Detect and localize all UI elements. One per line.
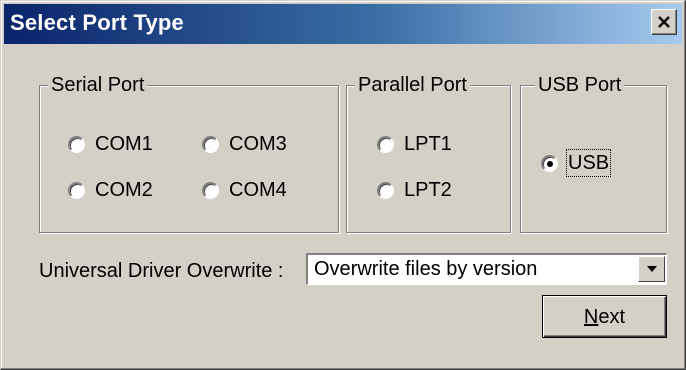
usb-port-legend: USB Port bbox=[535, 73, 625, 97]
usb-port-group: USB Port USB bbox=[520, 73, 667, 233]
radio-button-circle bbox=[541, 154, 558, 172]
radio-button-circle bbox=[68, 181, 85, 199]
radio-com2-label: COM2 bbox=[95, 179, 153, 201]
radio-lpt2[interactable]: LPT2 bbox=[377, 178, 452, 202]
driver-overwrite-select[interactable]: Overwrite files by version bbox=[306, 253, 667, 285]
dropdown-button[interactable] bbox=[638, 256, 665, 282]
radio-com4-label: COM4 bbox=[229, 179, 287, 201]
chevron-down-icon bbox=[647, 266, 657, 272]
radio-usb[interactable]: USB bbox=[541, 149, 612, 177]
radio-com1-label: COM1 bbox=[95, 133, 153, 155]
next-label-rest: ext bbox=[598, 306, 626, 328]
radio-lpt1[interactable]: LPT1 bbox=[377, 132, 452, 156]
driver-overwrite-value: Overwrite files by version bbox=[314, 258, 538, 280]
close-button[interactable] bbox=[651, 9, 677, 35]
radio-button-circle bbox=[377, 135, 394, 153]
window-title: Select Port Type bbox=[10, 10, 184, 35]
radio-button-circle bbox=[68, 135, 85, 153]
next-button-label: Next bbox=[543, 305, 666, 329]
radio-button-circle bbox=[377, 181, 394, 199]
next-button[interactable]: Next bbox=[542, 295, 667, 338]
radio-com3[interactable]: COM3 bbox=[202, 132, 287, 156]
radio-com4[interactable]: COM4 bbox=[202, 178, 287, 202]
radio-selected-dot bbox=[547, 160, 553, 167]
radio-lpt1-label: LPT1 bbox=[404, 133, 452, 155]
radio-button-circle bbox=[202, 135, 219, 153]
parallel-port-group: Parallel Port LPT1 LPT2 bbox=[346, 73, 511, 233]
parallel-port-legend: Parallel Port bbox=[355, 73, 470, 97]
radio-lpt2-label: LPT2 bbox=[404, 179, 452, 201]
radio-com1[interactable]: COM1 bbox=[68, 132, 153, 156]
serial-port-legend: Serial Port bbox=[48, 73, 148, 97]
radio-com2[interactable]: COM2 bbox=[68, 178, 153, 202]
radio-button-circle bbox=[202, 181, 219, 199]
driver-overwrite-label: Universal Driver Overwrite : bbox=[39, 260, 284, 282]
close-icon bbox=[658, 16, 670, 28]
radio-com3-label: COM3 bbox=[229, 133, 287, 155]
next-mnemonic: N bbox=[583, 306, 599, 328]
serial-port-group: Serial Port COM1 COM3 COM2 COM4 bbox=[39, 73, 339, 233]
title-bar[interactable]: Select Port Type bbox=[4, 4, 682, 44]
select-port-type-dialog: Select Port Type Serial Port COM1 COM3 C… bbox=[0, 0, 686, 370]
radio-usb-label: USB bbox=[565, 149, 612, 177]
